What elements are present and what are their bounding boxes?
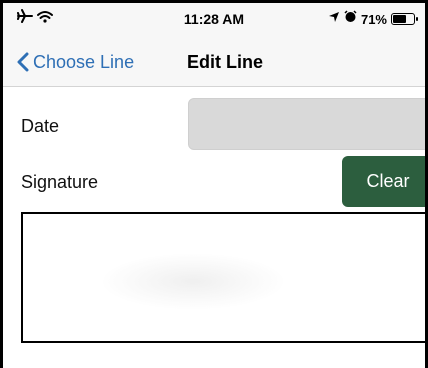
signature-pad[interactable] (21, 212, 425, 343)
chevron-left-icon (17, 52, 29, 72)
signature-label: Signature (21, 172, 99, 192)
app-frame: 11:28 AM 71% Choose Line Edit Line Date … (0, 0, 428, 368)
status-right: 71% (328, 10, 418, 28)
navigation-bar: Choose Line Edit Line (3, 37, 425, 87)
back-button-label: Choose Line (33, 51, 135, 72)
status-bar: 11:28 AM 71% (3, 3, 425, 37)
location-arrow-icon (328, 10, 340, 28)
back-button[interactable]: Choose Line (17, 47, 134, 77)
date-field[interactable] (188, 98, 425, 150)
clear-button[interactable]: Clear (342, 156, 425, 207)
battery-fill (393, 15, 406, 23)
battery-percent: 71% (360, 11, 387, 27)
battery-icon (391, 13, 418, 25)
signature-stroke-area (103, 254, 283, 309)
alarm-icon (344, 10, 357, 28)
date-label: Date (21, 116, 60, 136)
page-title: Edit Line (187, 52, 263, 72)
